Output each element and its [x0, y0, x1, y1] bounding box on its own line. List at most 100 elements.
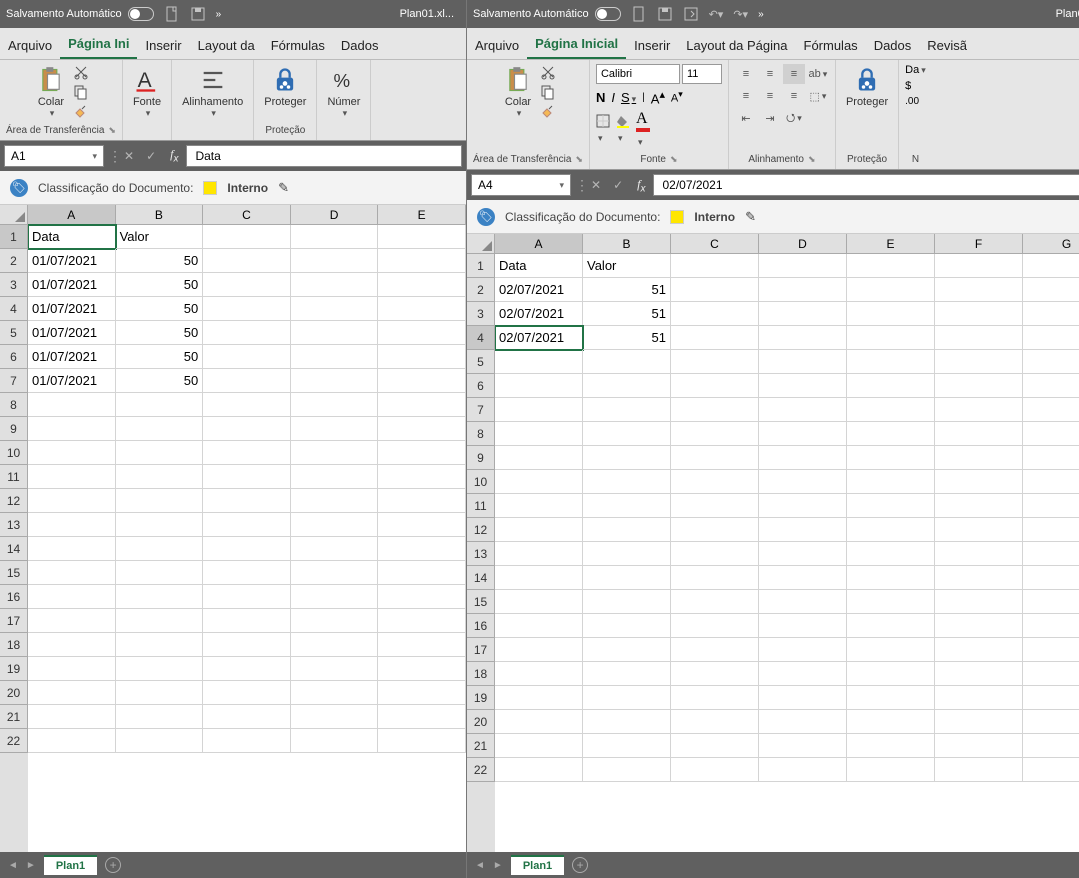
cell[interactable] [495, 758, 583, 782]
row-header[interactable]: 9 [467, 446, 495, 470]
orientation-icon[interactable]: ⭯ [783, 108, 805, 128]
cell[interactable]: Data [28, 225, 116, 249]
row-header[interactable]: 7 [0, 369, 28, 393]
menu-layout[interactable]: Layout da Página [678, 32, 795, 59]
cell[interactable] [203, 633, 291, 657]
cell[interactable] [583, 734, 671, 758]
cell[interactable] [378, 633, 466, 657]
cell[interactable] [378, 489, 466, 513]
cell[interactable] [495, 470, 583, 494]
cancel-icon[interactable]: ✕ [118, 149, 140, 163]
cell[interactable] [203, 345, 291, 369]
cell[interactable] [583, 422, 671, 446]
cell[interactable] [495, 566, 583, 590]
cell[interactable] [116, 441, 204, 465]
cell[interactable] [203, 441, 291, 465]
tab-nav-prev[interactable]: ◄ [475, 860, 485, 871]
cell[interactable] [671, 662, 759, 686]
fx-icon[interactable]: fx [162, 147, 186, 164]
row-header[interactable]: 11 [0, 465, 28, 489]
cell[interactable] [583, 542, 671, 566]
cell[interactable] [378, 681, 466, 705]
row-header[interactable]: 5 [0, 321, 28, 345]
cell[interactable] [847, 518, 935, 542]
cell[interactable] [28, 729, 116, 753]
cell[interactable] [1023, 398, 1079, 422]
menu-inserir[interactable]: Inserir [137, 32, 189, 59]
cell[interactable] [203, 489, 291, 513]
cell[interactable] [759, 278, 847, 302]
row-header[interactable]: 7 [467, 398, 495, 422]
cell[interactable]: 50 [116, 249, 204, 273]
cell[interactable] [935, 590, 1023, 614]
cell[interactable] [671, 350, 759, 374]
cell[interactable] [203, 513, 291, 537]
menu-formulas[interactable]: Fórmulas [796, 32, 866, 59]
cell[interactable] [495, 734, 583, 758]
cell[interactable] [847, 350, 935, 374]
cancel-icon[interactable]: ✕ [585, 178, 607, 192]
cell[interactable] [495, 638, 583, 662]
row-header[interactable]: 17 [467, 638, 495, 662]
cell[interactable] [1023, 350, 1079, 374]
copy-icon[interactable] [73, 84, 89, 100]
row-header[interactable]: 4 [0, 297, 28, 321]
number-button[interactable]: % Númer [323, 64, 364, 121]
tab-nav-prev[interactable]: ◄ [8, 860, 18, 871]
cell[interactable] [583, 638, 671, 662]
cell[interactable] [671, 710, 759, 734]
row-header[interactable]: 15 [0, 561, 28, 585]
bold-button[interactable]: N [596, 90, 605, 105]
row-header[interactable]: 1 [0, 225, 28, 249]
cell[interactable] [583, 494, 671, 518]
cell[interactable] [671, 542, 759, 566]
cell[interactable] [1023, 518, 1079, 542]
cell[interactable] [671, 446, 759, 470]
cell[interactable] [116, 489, 204, 513]
number-format-select[interactable]: Da [905, 64, 926, 76]
cell[interactable] [116, 513, 204, 537]
cell[interactable] [847, 446, 935, 470]
cell[interactable] [116, 465, 204, 489]
row-header[interactable]: 16 [467, 614, 495, 638]
column-header[interactable]: E [378, 205, 466, 225]
align-bottom-icon[interactable]: ≡ [783, 64, 805, 84]
cell[interactable] [378, 513, 466, 537]
row-header[interactable]: 19 [467, 686, 495, 710]
cell[interactable] [495, 686, 583, 710]
cell[interactable]: 50 [116, 369, 204, 393]
cell[interactable] [759, 566, 847, 590]
cell[interactable] [671, 518, 759, 542]
cell[interactable] [759, 302, 847, 326]
cell[interactable] [847, 542, 935, 566]
cell[interactable] [1023, 734, 1079, 758]
row-header[interactable]: 4 [467, 326, 495, 350]
cell[interactable] [378, 585, 466, 609]
row-header[interactable]: 20 [467, 710, 495, 734]
cell[interactable] [116, 537, 204, 561]
cell[interactable] [759, 686, 847, 710]
cell[interactable] [378, 417, 466, 441]
cell[interactable] [291, 225, 379, 249]
cell[interactable] [378, 657, 466, 681]
cell[interactable]: 01/07/2021 [28, 249, 116, 273]
cell[interactable] [1023, 326, 1079, 350]
cell[interactable] [935, 350, 1023, 374]
cell[interactable] [203, 537, 291, 561]
cell[interactable] [583, 398, 671, 422]
cell[interactable] [378, 321, 466, 345]
autosave-toggle[interactable]: Salvamento Automático [473, 7, 621, 21]
row-header[interactable]: 3 [467, 302, 495, 326]
cell[interactable] [759, 398, 847, 422]
cell[interactable] [847, 758, 935, 782]
cell[interactable] [583, 446, 671, 470]
font-color-button[interactable]: A [636, 110, 650, 150]
cell[interactable]: 51 [583, 326, 671, 350]
cell[interactable] [378, 369, 466, 393]
row-header[interactable]: 11 [467, 494, 495, 518]
cell[interactable] [495, 590, 583, 614]
cell[interactable] [583, 374, 671, 398]
align-top-icon[interactable]: ≡ [735, 64, 757, 84]
more-icon[interactable]: » [216, 9, 222, 20]
new-file-icon[interactable] [164, 6, 180, 22]
